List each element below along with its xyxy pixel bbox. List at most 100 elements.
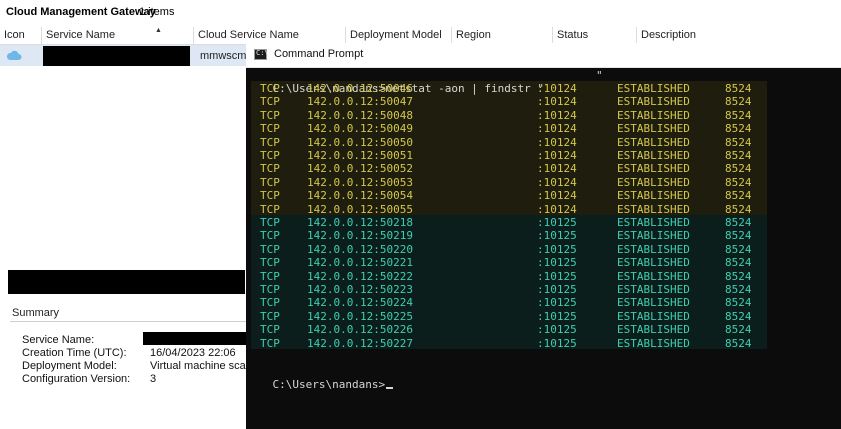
cell-local: 142.0.0.12:50051	[307, 149, 413, 162]
summary-value-configuration-version: 3	[150, 373, 157, 385]
cell-proto: TCP	[260, 108, 280, 122]
cell-local: 142.0.0.12:50226	[307, 323, 413, 337]
cell-local: 142.0.0.12:50223	[307, 283, 413, 296]
cell-proto: TCP	[260, 309, 280, 323]
cell-state: ESTABLISHED	[617, 323, 690, 337]
cell-proto: TCP	[260, 175, 280, 189]
text-cursor	[386, 387, 394, 389]
column-header-region[interactable]: Region	[452, 27, 553, 44]
cell-state: ESTABLISHED	[617, 229, 690, 243]
cell-state: ESTABLISHED	[617, 309, 690, 323]
cell-port: :10124	[537, 149, 577, 162]
cell-local: 142.0.0.12:50225	[307, 309, 413, 323]
cell-pid: 8524	[725, 202, 752, 216]
cell-proto: TCP	[260, 216, 280, 229]
redacted-service-name-value	[143, 332, 246, 345]
column-header-description[interactable]: Description	[637, 27, 841, 44]
cell-port: :10124	[537, 122, 577, 136]
cell-proto: TCP	[260, 296, 280, 310]
cell-proto: TCP	[260, 135, 280, 149]
page-title: Cloud Management Gateway	[6, 6, 156, 18]
summary-divider	[10, 321, 246, 322]
cell-local: 142.0.0.12:50046	[307, 82, 413, 95]
cell-proto: TCP	[260, 242, 280, 256]
cell-pid: 8524	[725, 82, 752, 95]
column-header-service-name-label: Service Name	[46, 29, 116, 41]
cell-local: 142.0.0.12:50220	[307, 242, 413, 256]
cell-pid: 8524	[725, 242, 752, 256]
cell-pid: 8524	[725, 296, 752, 310]
cell-local: 142.0.0.12:50049	[307, 122, 413, 136]
cell-proto: TCP	[260, 229, 280, 243]
cell-pid: 8524	[725, 149, 752, 162]
summary-value-deployment-model: Virtual machine scale	[150, 360, 255, 372]
column-header-deployment-model[interactable]: Deployment Model	[346, 27, 452, 44]
current-prompt[interactable]: C:\Users\nandans>	[246, 365, 394, 404]
cell-pid: 8524	[725, 336, 752, 350]
command-prompt-titlebar[interactable]: C:\ Command Prompt	[246, 43, 841, 68]
cell-state: ESTABLISHED	[617, 202, 690, 216]
command-close-quote: "	[596, 69, 603, 82]
cell-pid: 8524	[725, 229, 752, 243]
cell-proto: TCP	[260, 256, 280, 270]
cell-port: :10124	[537, 108, 577, 122]
cell-state: ESTABLISHED	[617, 296, 690, 310]
cell-pid: 8524	[725, 216, 752, 229]
cell-port: :10124	[537, 135, 577, 149]
cell-pid: 8524	[725, 108, 752, 122]
cell-pid: 8524	[725, 189, 752, 203]
summary-key-configuration-version: Configuration Version:	[22, 373, 131, 385]
summary-key-deployment-model: Deployment Model:	[22, 360, 117, 372]
cell-proto: TCP	[260, 269, 280, 283]
command-prompt-window[interactable]: C:\ Command Prompt C:\Users\nandans>nets…	[246, 43, 841, 429]
cell-state: ESTABLISHED	[617, 135, 690, 149]
cell-pid: 8524	[725, 175, 752, 189]
cell-port: :10124	[537, 82, 577, 95]
cell-local: 142.0.0.12:50052	[307, 162, 413, 176]
cell-port: :10124	[537, 175, 577, 189]
cell-state: ESTABLISHED	[617, 242, 690, 256]
column-header-service-name[interactable]: Service Name ▲	[42, 27, 194, 44]
cell-port: :10124	[537, 202, 577, 216]
console-header: Cloud Management Gateway 1 items	[0, 0, 841, 25]
cell-port: :10125	[537, 296, 577, 310]
summary-key-service-name: Service Name:	[22, 334, 95, 346]
cell-proto: TCP	[260, 283, 280, 296]
cell-proto: TCP	[260, 122, 280, 136]
cell-pid: 8524	[725, 135, 752, 149]
item-count: 1 items	[139, 6, 175, 18]
redacted-details-title	[8, 270, 245, 294]
cell-state: ESTABLISHED	[617, 336, 690, 350]
cell-proto: TCP	[260, 149, 280, 162]
prompt-path: C:\Users\nandans>	[272, 378, 386, 391]
cell-pid: 8524	[725, 95, 752, 109]
cell-proto: TCP	[260, 323, 280, 337]
cell-port: :10125	[537, 256, 577, 270]
cell-local: 142.0.0.12:50219	[307, 229, 413, 243]
summary-key-creation-time: Creation Time (UTC):	[22, 347, 127, 359]
cell-port: :10124	[537, 162, 577, 176]
cell-port: :10125	[537, 269, 577, 283]
window-title: Command Prompt	[274, 48, 364, 60]
cell-pid: 8524	[725, 269, 752, 283]
cell-local: 142.0.0.12:50055	[307, 202, 413, 216]
cell-local: 142.0.0.12:50050	[307, 135, 413, 149]
cell-pid: 8524	[725, 283, 752, 296]
cell-state: ESTABLISHED	[617, 175, 690, 189]
cell-state: ESTABLISHED	[617, 189, 690, 203]
column-header-cloud-service-name[interactable]: Cloud Service Name	[194, 27, 346, 44]
cell-proto: TCP	[260, 82, 280, 95]
sort-ascending-icon: ▲	[155, 27, 162, 34]
column-header-status[interactable]: Status	[553, 27, 637, 44]
cell-local: 142.0.0.12:50221	[307, 256, 413, 270]
table-row[interactable]: mmwscmg	[0, 45, 253, 66]
cell-local: 142.0.0.12:50053	[307, 175, 413, 189]
column-header-icon[interactable]: Icon	[0, 27, 42, 44]
cell-local: 142.0.0.12:50227	[307, 336, 413, 350]
cell-state: ESTABLISHED	[617, 256, 690, 270]
cell-port: :10125	[537, 229, 577, 243]
cell-local: 142.0.0.12:50224	[307, 296, 413, 310]
cell-pid: 8524	[725, 162, 752, 176]
cell-proto: TCP	[260, 162, 280, 176]
cell-state: ESTABLISHED	[617, 82, 690, 95]
